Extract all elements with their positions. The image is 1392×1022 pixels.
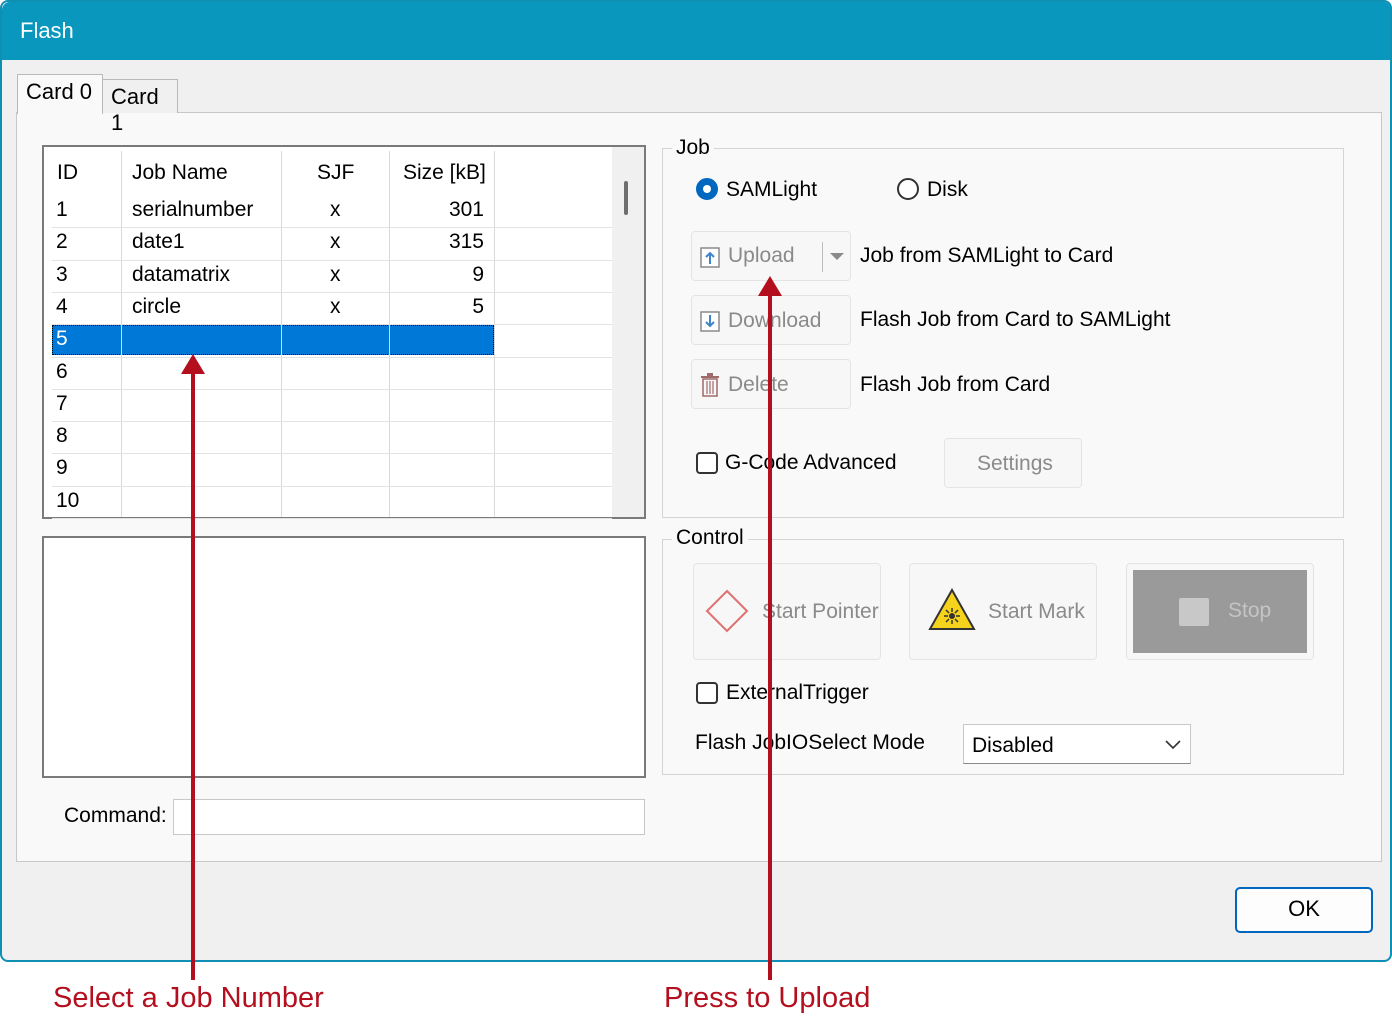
cell-sjf[interactable]: x: [330, 230, 341, 254]
stop-label: Stop: [1228, 599, 1272, 622]
selected-row-highlight: [52, 325, 494, 356]
disk-radio[interactable]: [897, 178, 919, 200]
external-trigger-checkbox[interactable]: [696, 682, 718, 704]
title-bar[interactable]: Flash: [2, 2, 1390, 60]
command-label: Command:: [64, 804, 167, 827]
job-table[interactable]: ID Job Name SJF Size [kB] 1 serialnumber x…: [42, 145, 646, 519]
upload-dropdown-icon[interactable]: [828, 252, 846, 262]
trash-icon: [701, 373, 719, 397]
download-icon: [700, 311, 720, 332]
column-header-sjf[interactable]: SJF: [317, 161, 354, 185]
arrow-head-icon: [181, 354, 205, 374]
samlight-radio-label[interactable]: SAMLight: [726, 178, 817, 202]
settings-label: Settings: [977, 452, 1053, 475]
cell-id[interactable]: 3: [56, 263, 68, 287]
stop-square-icon: [1179, 598, 1209, 626]
table-scrollbar[interactable]: [612, 147, 644, 517]
cell-id[interactable]: 1: [56, 198, 68, 222]
cell-id[interactable]: 7: [56, 392, 68, 416]
upload-description: Job from SAMLight to Card: [860, 244, 1114, 267]
upload-button[interactable]: Upload: [691, 231, 851, 281]
cell-job-name[interactable]: serialnumber: [132, 198, 253, 222]
window-title: Flash: [20, 18, 74, 43]
upload-icon: [700, 247, 720, 268]
annotation-arrow-left: [191, 366, 195, 980]
cell-id[interactable]: 10: [56, 489, 79, 513]
annotation-select-job-number: Select a Job Number: [53, 982, 324, 1014]
column-header-id[interactable]: ID: [57, 161, 78, 185]
delete-label: Delete: [728, 373, 789, 396]
io-select-mode-value: Disabled: [972, 734, 1054, 757]
start-mark-label: Start Mark: [988, 600, 1085, 623]
laser-warning-icon: [928, 588, 976, 630]
pointer-diamond-icon: [705, 589, 749, 633]
upload-label: Upload: [728, 244, 795, 267]
scrollbar-thumb[interactable]: [624, 181, 628, 215]
cell-sjf[interactable]: x: [330, 295, 341, 319]
cell-id[interactable]: 9: [56, 456, 68, 480]
samlight-radio[interactable]: [696, 178, 718, 200]
job-group-title: Job: [672, 136, 714, 160]
start-pointer-label: Start Pointer: [762, 600, 879, 623]
cell-size[interactable]: 5: [472, 295, 484, 319]
cell-id[interactable]: 5: [56, 327, 68, 351]
control-group-title: Control: [672, 526, 748, 550]
gcode-advanced-label[interactable]: G-Code Advanced: [725, 451, 897, 475]
cell-id[interactable]: 6: [56, 360, 68, 384]
arrow-head-icon: [758, 276, 782, 296]
cell-job-name[interactable]: circle: [132, 295, 181, 319]
disk-radio-label[interactable]: Disk: [927, 178, 968, 202]
cell-size[interactable]: 315: [449, 230, 484, 254]
annotation-arrow-right: [768, 290, 772, 980]
cell-id[interactable]: 8: [56, 424, 68, 448]
gcode-advanced-checkbox[interactable]: [696, 452, 718, 474]
settings-button[interactable]: Settings: [944, 438, 1082, 488]
flash-dialog: Flash Card 0 Card 1 ID Job Name SJF Size…: [0, 0, 1392, 962]
cell-id[interactable]: 2: [56, 230, 68, 254]
annotation-press-to-upload: Press to Upload: [664, 982, 871, 1014]
command-input[interactable]: [173, 799, 645, 835]
tab-card-1[interactable]: Card 1: [102, 79, 178, 135]
ok-button[interactable]: OK: [1235, 887, 1373, 933]
download-description: Flash Job from Card to SAMLight: [860, 308, 1171, 331]
cell-job-name[interactable]: datamatrix: [132, 263, 230, 287]
cell-job-name[interactable]: date1: [132, 230, 185, 254]
start-pointer-button[interactable]: Start Pointer: [693, 563, 881, 660]
delete-description: Flash Job from Card: [860, 373, 1051, 396]
cell-id[interactable]: 4: [56, 295, 68, 319]
chevron-down-icon: [1165, 740, 1181, 750]
start-mark-button[interactable]: Start Mark: [909, 563, 1097, 660]
io-select-mode-label: Flash JobIOSelect Mode: [695, 731, 925, 754]
cell-size[interactable]: 301: [449, 198, 484, 222]
output-log: [42, 536, 646, 778]
external-trigger-label[interactable]: ExternalTrigger: [726, 681, 869, 705]
cell-sjf[interactable]: x: [330, 198, 341, 222]
download-label: Download: [728, 309, 822, 332]
cell-sjf[interactable]: x: [330, 263, 341, 287]
column-header-size[interactable]: Size [kB]: [403, 161, 486, 185]
column-header-job-name[interactable]: Job Name: [132, 161, 228, 185]
cell-size[interactable]: 9: [472, 263, 484, 287]
tab-card-0[interactable]: Card 0: [17, 74, 103, 114]
io-select-mode-dropdown[interactable]: Disabled: [963, 724, 1191, 764]
